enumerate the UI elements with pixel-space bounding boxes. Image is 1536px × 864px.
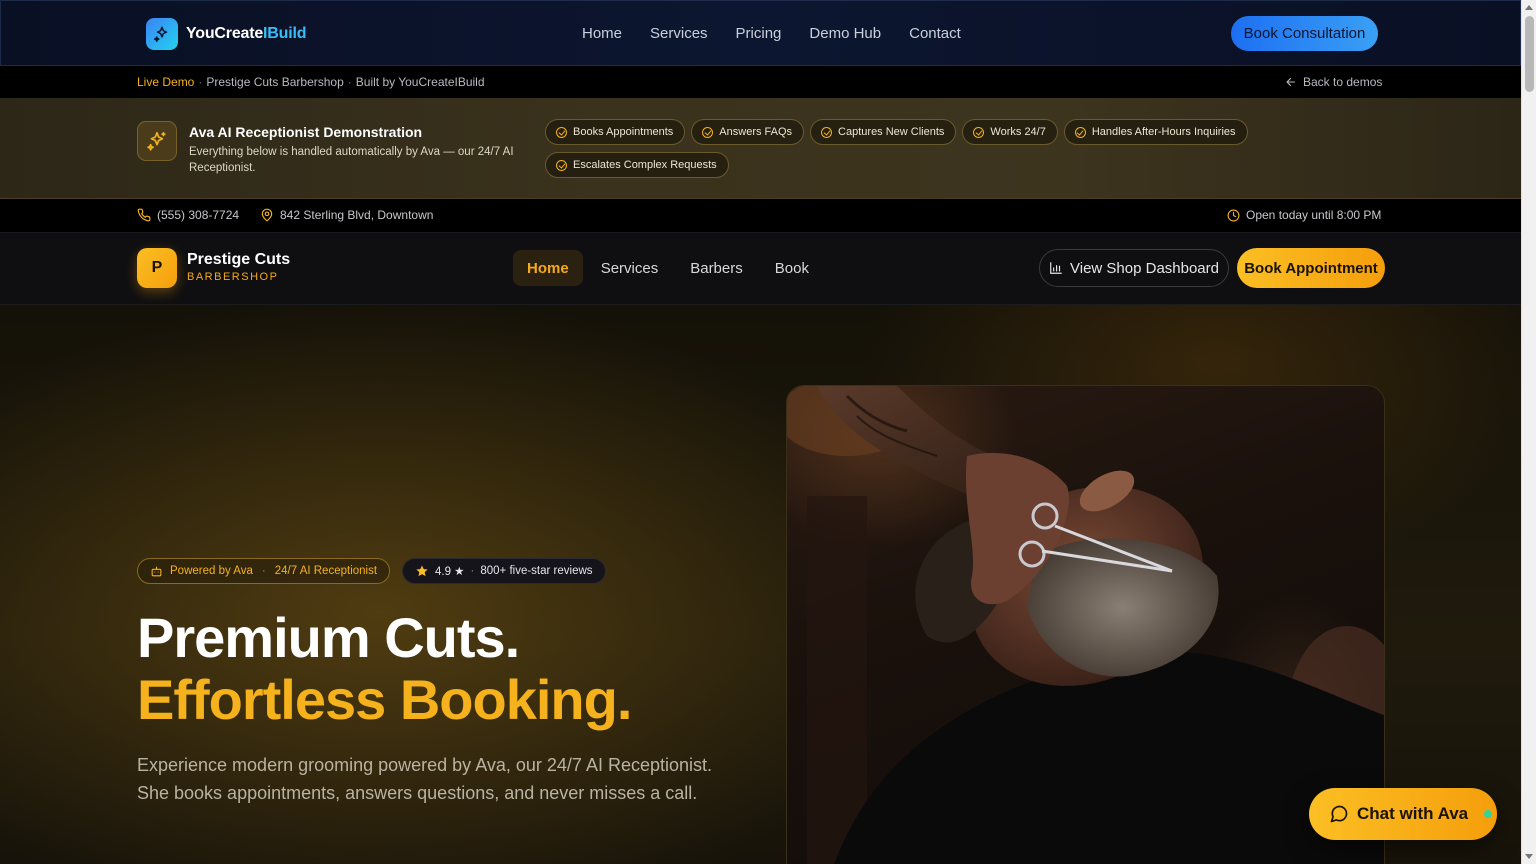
hero-section: Powered by Ava · 24/7 AI Receptionist 4.9 … [0,305,1521,864]
nav-link-home[interactable]: Home [582,25,622,42]
feature-chip: Captures New Clients [810,119,957,145]
feature-chip: Books Appointments [545,119,686,145]
powered-by-ava-badge: Powered by Ava · 24/7 AI Receptionist [137,558,391,584]
nav-link-demo-hub[interactable]: Demo Hub [809,25,881,42]
shop-nav-book[interactable]: Book [761,250,823,286]
feature-chip: Works 24/7 [962,119,1058,145]
ai-sparkle-icon [137,121,177,161]
feature-chip: Handles After-Hours Inquiries [1063,119,1248,145]
shop-nav-services[interactable]: Services [587,250,673,286]
site-header: YouCreateIBuild Home Services Pricing De… [0,0,1521,66]
check-circle-icon [702,126,714,138]
scroll-down-arrow-icon[interactable] [1525,854,1533,859]
ava-banner-title: Ava AI Receptionist Demonstration [189,124,423,140]
book-consultation-button[interactable]: Book Consultation [1231,16,1378,51]
shop-contact-bar: (555) 308-7724 842 Sterling Blvd, Downto… [0,199,1521,233]
check-circle-icon [821,126,833,138]
nav-link-pricing[interactable]: Pricing [736,25,782,42]
address-link[interactable]: 842 Sterling Blvd, Downtown [260,208,433,222]
demo-built-by: Built by YouCreateIBuild [355,75,485,89]
chat-with-ava-button[interactable]: Chat with Ava [1309,788,1497,840]
scroll-up-arrow-icon[interactable] [1525,5,1533,10]
shop-nav-barbers[interactable]: Barbers [676,250,757,286]
chat-bubble-icon [1330,805,1348,823]
brand-name: YouCreateIBuild [186,25,307,42]
view-shop-dashboard-button[interactable]: View Shop Dashboard [1039,249,1229,287]
check-circle-icon [556,159,567,171]
feature-chip: Escalates Complex Requests [545,152,729,178]
shop-name[interactable]: Prestige Cuts [187,251,290,269]
robot-icon [151,566,162,576]
demo-breadcrumb-bar: Live Demo · Prestige Cuts Barbershop · Built… [0,66,1521,98]
book-appointment-button[interactable]: Book Appointment [1237,248,1385,288]
shop-subtitle: BARBERSHOP [187,271,279,283]
arrow-left-icon [1286,77,1296,87]
opening-hours: Open today until 8:00 PM [1227,208,1381,222]
scrollbar-thumb[interactable] [1525,16,1534,92]
check-circle-icon [973,126,985,138]
shop-navbar: P Prestige Cuts BARBERSHOP Home Services… [0,233,1521,305]
phone-link[interactable]: (555) 308-7724 [137,208,239,222]
star-icon [416,565,428,577]
feature-chip: Answers FAQs [691,119,805,145]
bar-chart-icon [1050,262,1062,274]
ava-feature-list: Books Appointments Answers FAQs Captures… [545,119,1285,178]
demo-breadcrumb: Live Demo · Prestige Cuts Barbershop · Built… [137,75,485,89]
hero-barber-photo [786,385,1385,864]
map-pin-icon [261,208,273,222]
check-circle-icon [1074,126,1086,138]
live-demo-label: Live Demo [137,75,195,89]
hero-title-line1: Premium Cuts. [137,606,520,669]
page-scrollbar[interactable] [1521,0,1536,864]
back-to-demos-link[interactable]: Back to demos [1285,75,1382,89]
nav-link-contact[interactable]: Contact [909,25,961,42]
online-status-dot [1484,810,1493,818]
site-nav: Home Services Pricing Demo Hub Contact [582,25,961,42]
rating-badge: 4.9 ★ · 800+ five-star reviews [402,558,606,584]
demo-shop-name: Prestige Cuts Barbershop [206,75,344,89]
brand-logo-link[interactable]: YouCreateIBuild [146,18,306,50]
clock-icon [1227,209,1240,221]
ava-demo-banner: Ava AI Receptionist Demonstration Everyt… [0,98,1521,199]
hero-description: Experience modern grooming powered by Av… [137,755,713,803]
ava-banner-description: Everything below is handled automaticall… [189,146,514,174]
check-circle-icon [556,126,567,138]
hero-title-line2: Effortless Booking. [137,668,632,731]
sparkles-icon [146,18,178,50]
nav-link-services[interactable]: Services [650,25,708,42]
shop-nav-home[interactable]: Home [513,250,583,286]
shop-nav-links: Home Services Barbers Book [513,250,823,286]
shop-logo[interactable]: P [137,248,177,288]
phone-icon [137,208,151,222]
